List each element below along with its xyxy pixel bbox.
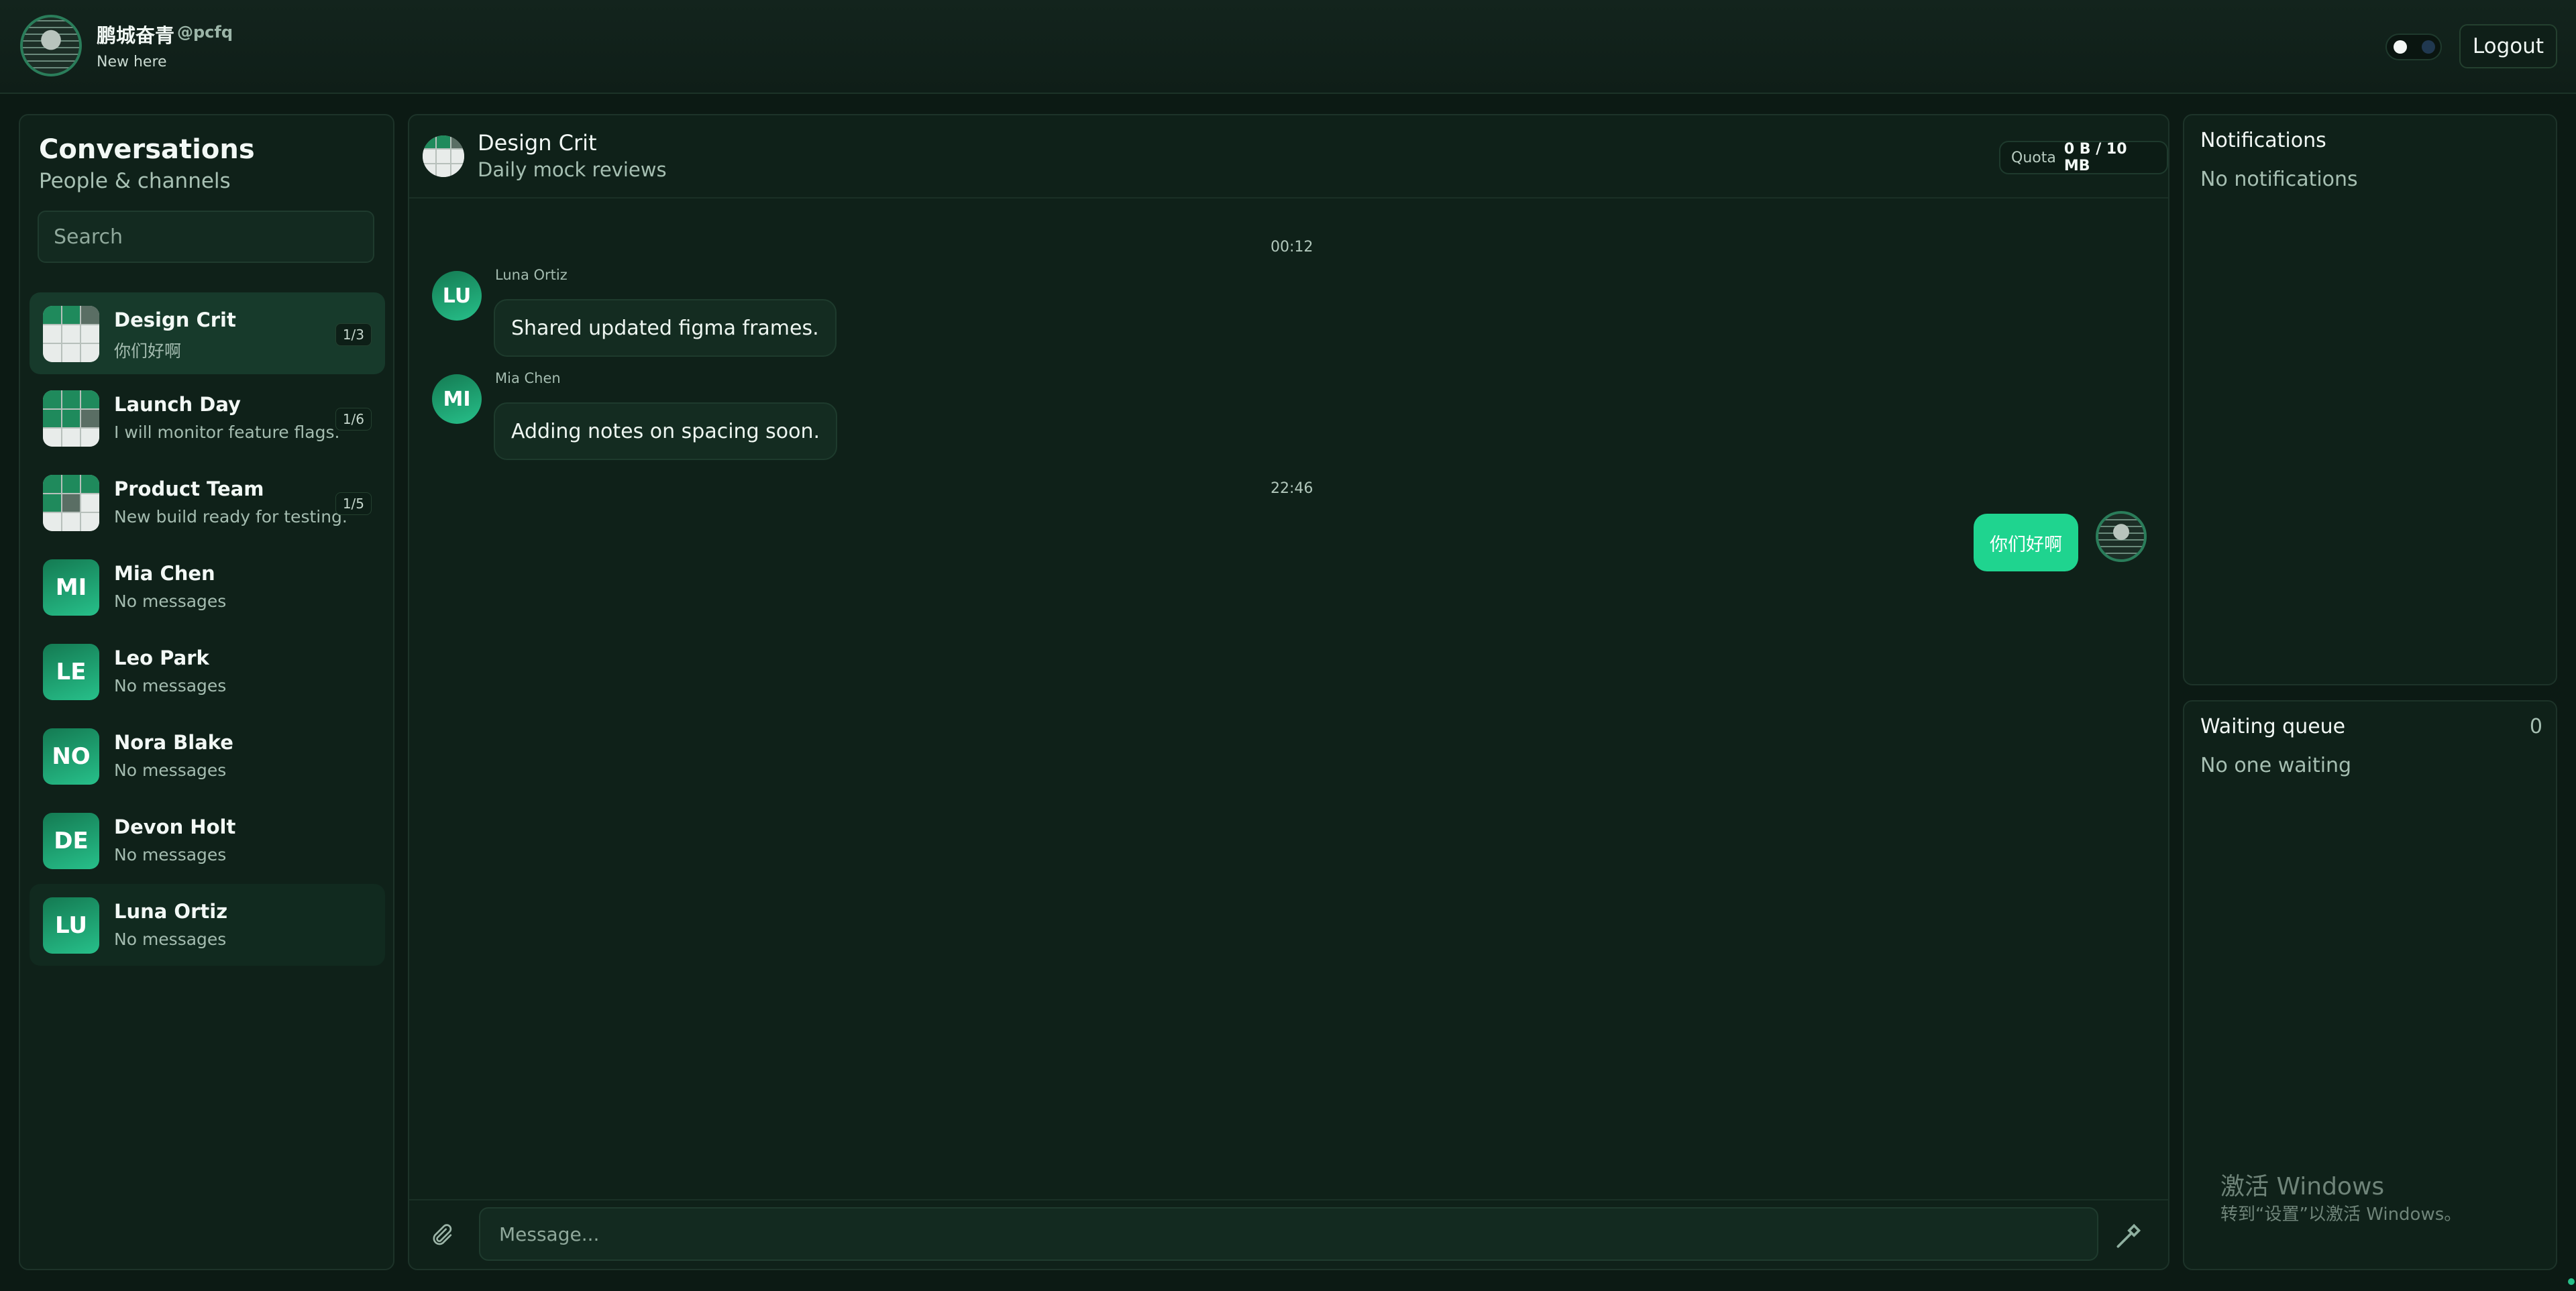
conversations-title: Conversations: [39, 134, 255, 165]
conversation-preview: No messages: [114, 845, 227, 864]
conversation-preview: No messages: [114, 676, 227, 695]
quota-value: 0 B / 10 MB: [2063, 141, 2127, 174]
message-input[interactable]: [479, 1207, 2098, 1261]
message-bubble: Shared updated figma frames.: [494, 299, 837, 357]
conversations-subtitle: People & channels: [39, 169, 231, 193]
own-message-bubble: 你们好啊: [1974, 514, 2078, 571]
windows-activation-hint: 转到“设置”以激活 Windows。: [2220, 1204, 2462, 1225]
conversation-preview: New build ready for testing.: [114, 507, 347, 526]
conversation-name: Luna Ortiz: [114, 900, 228, 923]
send-icon[interactable]: [2113, 1222, 2143, 1251]
sender-name: Mia Chen: [495, 370, 561, 386]
conversation-name: Product Team: [114, 478, 264, 500]
member-count-badge: 1/3: [335, 323, 372, 346]
waiting-queue-title: Waiting queue: [2200, 715, 2346, 738]
waiting-queue-empty: No one waiting: [2200, 754, 2352, 777]
top-bar: 鹏城奋青 @pcfq New here Logout: [0, 0, 2576, 94]
conversation-preview: No messages: [114, 592, 227, 611]
sender-avatar: MI: [432, 374, 482, 424]
sender-avatar: LU: [432, 271, 482, 321]
user-name: 鹏城奋青: [97, 24, 175, 47]
theme-toggle-icon: [2394, 40, 2407, 54]
contact-avatar: DE: [43, 813, 99, 869]
conversation-item-mia-chen[interactable]: MI Mia Chen No messages: [30, 546, 385, 628]
time-separator: 00:12: [1271, 239, 1313, 256]
member-count-badge: 1/5: [335, 492, 372, 515]
conversation-item-nora-blake[interactable]: NO Nora Blake No messages: [30, 715, 385, 797]
chat-panel: Design Crit Daily mock reviews Quota 0 B…: [408, 114, 2169, 1270]
corner-indicator: [2568, 1278, 2575, 1285]
theme-dark-dot: [2422, 40, 2435, 54]
search-input[interactable]: [38, 211, 374, 263]
contact-avatar: LE: [43, 644, 99, 700]
conversation-preview: I will monitor feature flags.: [114, 423, 340, 442]
contact-avatar: LU: [43, 897, 99, 954]
user-avatar[interactable]: [20, 15, 82, 76]
chat-title: Design Crit: [478, 130, 597, 156]
composer-divider: [409, 1199, 2168, 1200]
chat-subtitle: Daily mock reviews: [478, 158, 667, 181]
notifications-title: Notifications: [2200, 129, 2326, 152]
chat-group-avatar: [423, 135, 464, 177]
logout-button[interactable]: Logout: [2459, 24, 2557, 68]
own-avatar: [2096, 511, 2147, 562]
quota-label: Quota: [2011, 149, 2056, 166]
conversation-preview: 你们好啊: [114, 341, 182, 361]
contact-avatar: NO: [43, 728, 99, 785]
group-avatar: [43, 475, 99, 531]
conversation-name: Devon Holt: [114, 816, 236, 838]
conversation-name: Launch Day: [114, 393, 241, 416]
conversation-name: Design Crit: [114, 308, 236, 331]
user-handle: @pcfq: [177, 23, 233, 42]
quota-badge: Quota 0 B / 10 MB: [1999, 141, 2168, 174]
conversation-item-design-crit[interactable]: Design Crit 你们好啊 1/3: [30, 292, 385, 374]
conversations-panel: Conversations People & channels Design C…: [19, 114, 394, 1270]
notifications-panel: Notifications No notifications: [2183, 114, 2557, 685]
windows-activation-watermark: 激活 Windows: [2220, 1173, 2385, 1200]
message-bubble: Adding notes on spacing soon.: [494, 402, 838, 460]
notifications-empty: No notifications: [2200, 168, 2358, 191]
group-avatar: [43, 390, 99, 447]
waiting-queue-count: 0: [2529, 715, 2542, 738]
conversation-item-product-team[interactable]: Product Team New build ready for testing…: [30, 461, 385, 543]
member-count-badge: 1/6: [335, 408, 372, 431]
paperclip-icon[interactable]: [428, 1222, 455, 1249]
conversation-name: Mia Chen: [114, 562, 215, 585]
theme-toggle[interactable]: [2385, 34, 2442, 60]
conversation-preview: No messages: [114, 761, 227, 780]
time-separator: 22:46: [1271, 480, 1313, 497]
user-status: New here: [97, 54, 167, 70]
conversation-item-leo-park[interactable]: LE Leo Park No messages: [30, 630, 385, 712]
conversation-preview: No messages: [114, 930, 227, 949]
sender-name: Luna Ortiz: [495, 267, 568, 283]
conversation-name: Leo Park: [114, 647, 209, 669]
contact-avatar: MI: [43, 559, 99, 616]
conversation-item-launch-day[interactable]: Launch Day I will monitor feature flags.…: [30, 377, 385, 459]
chat-header: Design Crit Daily mock reviews Quota 0 B…: [409, 115, 2168, 199]
conversation-item-devon-holt[interactable]: DE Devon Holt No messages: [30, 799, 385, 881]
conversation-name: Nora Blake: [114, 731, 233, 754]
group-avatar: [43, 306, 99, 362]
conversation-item-luna-ortiz[interactable]: LU Luna Ortiz No messages: [30, 884, 385, 966]
